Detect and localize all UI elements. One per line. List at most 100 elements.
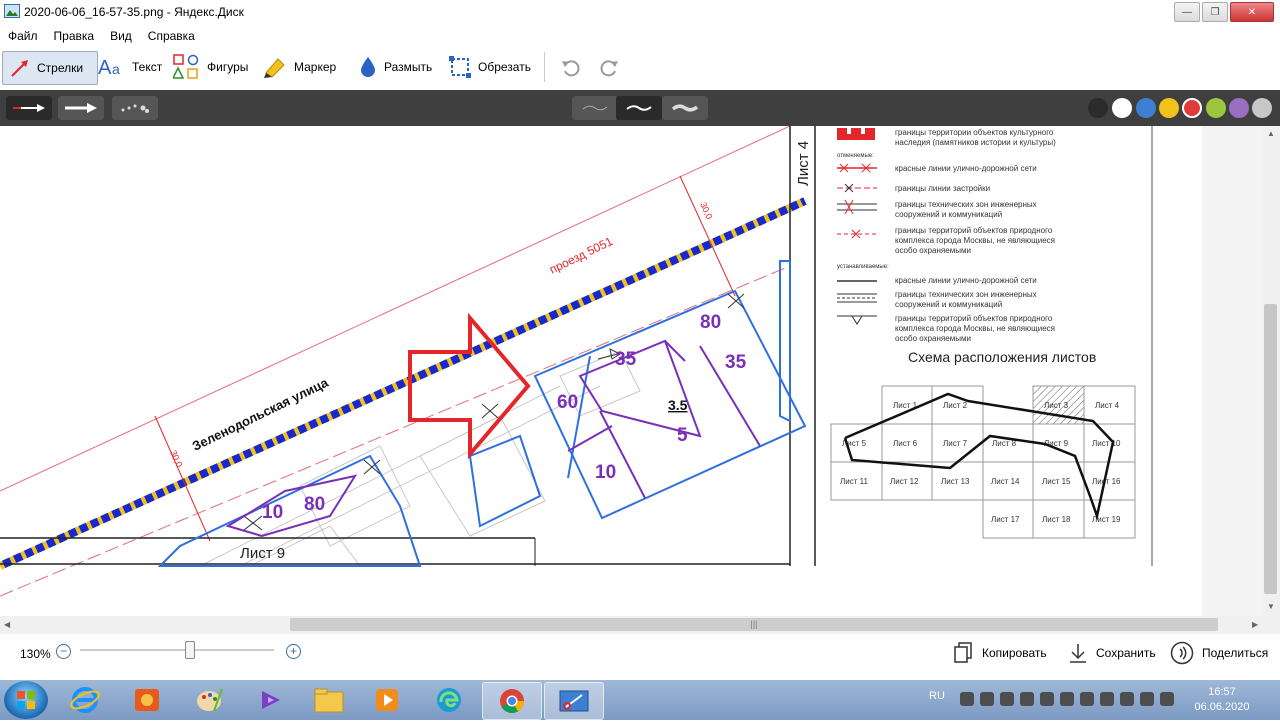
sheet-4-label: Лист 4 [795, 141, 812, 186]
chrome-browser-icon [500, 689, 524, 714]
menu-help[interactable]: Справка [140, 24, 203, 46]
start-button[interactable] [4, 681, 48, 719]
tray-monitor-icon[interactable] [1020, 692, 1034, 706]
thick-stroke-icon [671, 104, 699, 112]
arrow-style-thin-button[interactable] [6, 96, 52, 120]
svg-text:a: a [112, 61, 120, 77]
crop-tool-button[interactable]: Обрезать [448, 51, 531, 83]
zoom-slider-thumb[interactable] [185, 641, 195, 659]
tray-app-icon[interactable] [1140, 692, 1154, 706]
zoom-in-button[interactable]: + [286, 644, 301, 659]
menu-view[interactable]: Вид [102, 24, 140, 46]
tray-app-icon[interactable] [1080, 692, 1094, 706]
sheet-cell-label: Лист 16 [1092, 477, 1121, 486]
color-swatch-white[interactable] [1112, 98, 1132, 118]
clock-date: 06.06.2020 [1194, 701, 1250, 713]
scroll-right-arrow[interactable]: ▶ [1252, 620, 1258, 629]
close-button[interactable]: ✕ [1230, 2, 1274, 22]
taskbar-visual-studio[interactable] [242, 682, 300, 718]
sheet-cell-label: Лист 12 [890, 477, 919, 486]
menu-file[interactable]: Файл [0, 24, 46, 46]
color-swatch-red[interactable] [1182, 98, 1202, 118]
lot-label-10: 10 [595, 462, 616, 483]
arrow-style-bold-button[interactable] [58, 96, 104, 120]
horizontal-scrollbar[interactable]: ◀ ||| ▶ [0, 616, 1280, 634]
copy-button[interactable]: Копировать [954, 640, 1047, 666]
floor-ratio-label: 3.5 [668, 397, 688, 413]
legend-text: границы технических зон инженерных [895, 200, 1037, 209]
stroke-thick-button[interactable] [662, 96, 708, 120]
tray-volume-icon[interactable] [980, 692, 994, 706]
taskbar-media-player[interactable] [358, 682, 416, 718]
marker-tool-button[interactable]: Маркер [262, 51, 336, 83]
thin-arrow-icon [13, 104, 45, 112]
scroll-up-arrow[interactable]: ▲ [1267, 129, 1275, 138]
arrows-tool-button[interactable]: Стрелки [2, 51, 98, 85]
taskbar-internet-explorer[interactable] [56, 682, 114, 718]
tray-flag-icon[interactable] [1160, 692, 1174, 706]
taskbar-edge[interactable] [420, 682, 478, 718]
system-clock[interactable]: 16:57 06.06.2020 [1192, 685, 1252, 715]
bold-arrow-icon [65, 103, 97, 113]
image-canvas[interactable]: 30,0 30,0 Зеленодольская улица проезд 50… [0, 126, 1262, 616]
legend-text: границы территорий объектов природного [895, 226, 1053, 235]
legend-text: комплекса города Москвы, не являющиеся [895, 236, 1055, 245]
vertical-scroll-thumb[interactable] [1264, 304, 1277, 594]
arrows-tool-label: Стрелки [37, 61, 84, 75]
restore-button[interactable]: ❐ [1202, 2, 1228, 22]
color-swatch-yellow[interactable] [1159, 98, 1179, 118]
tray-app-icon[interactable] [1120, 692, 1134, 706]
taskbar-file-explorer[interactable] [300, 682, 358, 718]
menu-edit[interactable]: Правка [46, 24, 103, 46]
clock-time: 16:57 [1208, 686, 1236, 698]
screenshot-editor-icon [559, 690, 589, 712]
sheet-cell-label: Лист 2 [943, 401, 968, 410]
thin-stroke-icon [582, 105, 608, 111]
zoom-out-button[interactable]: − [56, 644, 71, 659]
redo-button[interactable] [598, 51, 626, 83]
shapes-tool-button[interactable]: Фигуры [173, 51, 248, 83]
scroll-down-arrow[interactable]: ▼ [1267, 602, 1275, 611]
vertical-scrollbar[interactable]: ▲ ▼ [1262, 126, 1280, 616]
tray-battery-icon[interactable] [1000, 692, 1014, 706]
tray-app-icon[interactable] [1100, 692, 1114, 706]
scroll-left-arrow[interactable]: ◀ [4, 620, 10, 629]
blur-tool-button[interactable]: Размыть [358, 51, 432, 83]
undo-button[interactable] [560, 51, 588, 83]
color-swatch-black[interactable] [1088, 98, 1108, 118]
height-label: 5 [677, 425, 688, 446]
save-button[interactable]: Сохранить [1068, 640, 1156, 666]
stroke-thin-button[interactable] [572, 96, 618, 120]
keyboard-language-indicator[interactable]: RU [929, 690, 945, 702]
stroke-medium-button[interactable] [616, 96, 662, 120]
download-icon [1070, 644, 1086, 663]
zoom-slider-track[interactable] [80, 649, 274, 651]
color-swatch-purple[interactable] [1229, 98, 1249, 118]
redo-icon [600, 60, 618, 77]
text-tool-button[interactable]: Aa Текст [98, 51, 162, 83]
paint-palette-icon [197, 688, 223, 712]
share-button[interactable]: Поделиться [1170, 640, 1268, 666]
taskbar-chrome[interactable] [482, 682, 542, 720]
taskbar-photo-app[interactable] [118, 682, 176, 718]
minimize-button[interactable]: — [1174, 2, 1200, 22]
tray-network-icon[interactable] [960, 692, 974, 706]
taskbar-yandex-disk-editor[interactable] [544, 682, 604, 720]
color-swatch-green[interactable] [1206, 98, 1226, 118]
horizontal-scroll-thumb[interactable]: ||| [290, 618, 1218, 631]
text-tool-label: Текст [132, 60, 163, 74]
color-swatch-blue[interactable] [1136, 98, 1156, 118]
legend-text: сооружений и коммуникаций [895, 300, 1002, 309]
scheme-title: Схема расположения листов [908, 349, 1096, 365]
windows-logo-icon [17, 691, 35, 709]
sheet-cell-label: Лист 4 [1095, 401, 1120, 410]
save-label: Сохранить [1096, 646, 1156, 660]
arrow-style-dotted-button[interactable] [112, 96, 158, 120]
tray-app-icon[interactable] [1060, 692, 1074, 706]
arrow-tool-icon [11, 60, 28, 77]
color-swatch-gray[interactable] [1252, 98, 1272, 118]
tray-app-icon[interactable] [1040, 692, 1054, 706]
legend-text: границы территорий объектов природного [895, 314, 1053, 323]
folder-icon [314, 688, 344, 713]
taskbar-paint[interactable] [180, 682, 238, 718]
